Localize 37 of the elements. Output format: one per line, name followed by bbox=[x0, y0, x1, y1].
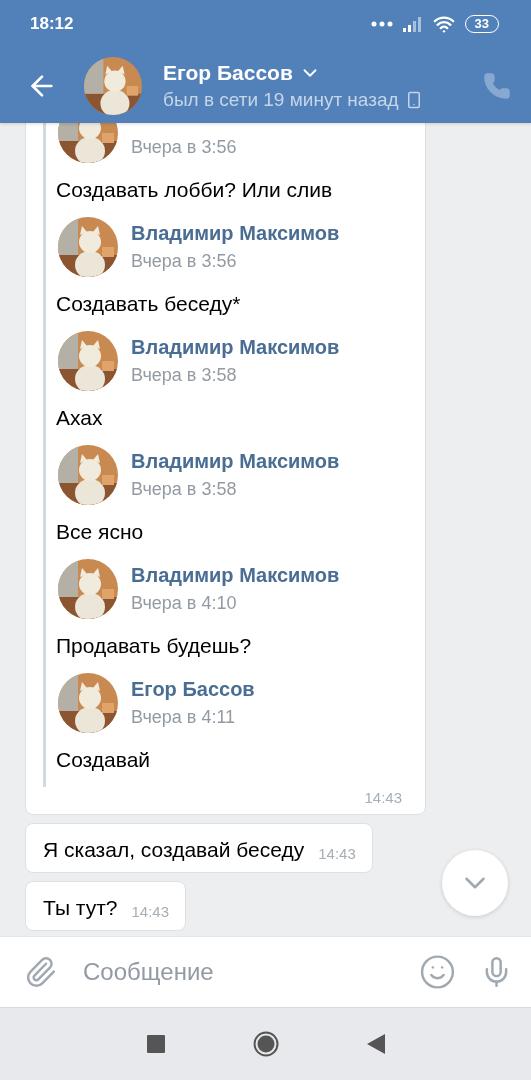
message-text: Ты тут? bbox=[43, 896, 118, 920]
author-name[interactable]: Владимир Максимов bbox=[131, 564, 340, 587]
message-text: Ахах bbox=[56, 405, 104, 431]
message-text: Создавать лобби? Или слив bbox=[56, 177, 334, 203]
message-text: Создавать беседу* bbox=[56, 291, 242, 317]
message-time: Вчера в 3:58 bbox=[131, 365, 238, 386]
author-avatar[interactable] bbox=[58, 673, 118, 733]
last-seen-status: был в сети 19 минут назад bbox=[163, 88, 399, 111]
status-time: 18:12 bbox=[30, 14, 75, 34]
recent-apps-button[interactable] bbox=[146, 1035, 165, 1053]
author-avatar[interactable] bbox=[58, 331, 118, 391]
contact-avatar[interactable] bbox=[84, 56, 142, 115]
author-name[interactable]: Егор Бассов bbox=[131, 678, 255, 701]
author-name[interactable]: Владимир Максимов bbox=[131, 222, 340, 245]
message-time: Вчера в 4:10 bbox=[131, 593, 238, 614]
message-time: 14:43 bbox=[318, 845, 356, 862]
message-time: Вчера в 3:58 bbox=[131, 479, 238, 500]
message-text: Я сказал, создавай беседу bbox=[43, 838, 305, 862]
message-text: Продавать будешь? bbox=[56, 633, 253, 659]
contact-name[interactable]: Егор Бассов bbox=[163, 60, 293, 85]
wifi-icon bbox=[432, 13, 455, 35]
message-time: Вчера в 4:11 bbox=[131, 707, 237, 728]
message-time: Вчера в 3:56 bbox=[131, 137, 237, 158]
author-avatar[interactable] bbox=[58, 559, 118, 619]
author-avatar[interactable] bbox=[58, 445, 118, 505]
message-text: Создавай bbox=[56, 747, 152, 773]
signal-icon bbox=[402, 16, 423, 32]
author-name[interactable]: Владимир Максимов bbox=[131, 450, 340, 473]
dots-icon bbox=[370, 21, 393, 27]
author-name[interactable]: Владимир Максимов bbox=[131, 336, 340, 359]
message-text: Все ясно bbox=[56, 519, 145, 545]
message-time: 14:43 bbox=[131, 903, 170, 920]
message-time: Вчера в 3:56 bbox=[131, 251, 238, 272]
home-button[interactable] bbox=[252, 1031, 279, 1057]
back-nav-button[interactable] bbox=[366, 1034, 385, 1054]
message-time: 14:43 bbox=[364, 789, 402, 806]
author-avatar[interactable] bbox=[58, 217, 118, 277]
